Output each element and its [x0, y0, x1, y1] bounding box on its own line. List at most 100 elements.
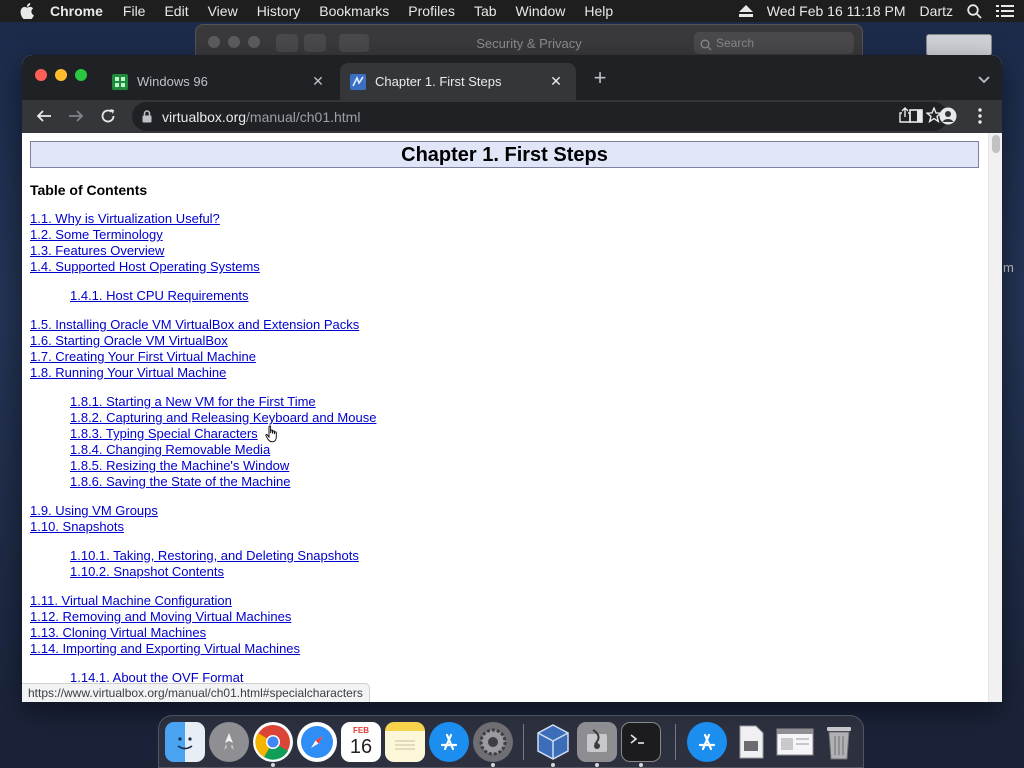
profile-avatar-icon[interactable] [934, 102, 962, 130]
launchpad-icon[interactable] [209, 722, 249, 762]
toc-sublink[interactable]: 1.8.4. Changing Removable Media [70, 442, 270, 458]
chrome-icon[interactable] [253, 722, 293, 762]
user-name[interactable]: Dartz [920, 3, 953, 19]
tab-label: Chapter 1. First Steps [375, 74, 502, 89]
toc-link[interactable]: 1.4. Supported Host Operating Systems [30, 259, 260, 275]
running-indicator [639, 763, 643, 767]
toc-sublink[interactable]: 1.10.1. Taking, Restoring, and Deleting … [70, 548, 359, 564]
lock-icon[interactable] [142, 110, 152, 123]
toc-sublink[interactable]: 1.10.2. Snapshot Contents [70, 564, 224, 580]
trash-icon[interactable] [819, 722, 859, 762]
reload-icon[interactable] [94, 102, 122, 130]
clock-datetime[interactable]: Wed Feb 16 11:18 PM [767, 3, 906, 19]
desktop-drive-icon[interactable] [926, 34, 992, 56]
safari-icon[interactable] [297, 722, 337, 762]
toc-link[interactable]: 1.9. Using VM Groups [30, 503, 158, 519]
new-tab-plus-icon[interactable]: + [590, 67, 610, 89]
url-host: virtualbox.org [162, 108, 247, 125]
close-tab-icon[interactable]: ✕ [548, 73, 564, 90]
menu-app-name[interactable]: Chrome [50, 3, 103, 19]
toc-subgroup: 1.4.1. Host CPU Requirements [30, 288, 376, 304]
toc-subgroup: 1.10.1. Taking, Restoring, and Deleting … [30, 548, 376, 580]
address-bar[interactable]: virtualbox.org/manual/ch01.html [132, 102, 948, 131]
app-store-folder-icon[interactable] [687, 722, 727, 762]
menu-view[interactable]: View [208, 3, 238, 19]
toc-sublink[interactable]: 1.8.1. Starting a New VM for the First T… [70, 394, 316, 410]
terminal-icon[interactable] [621, 722, 661, 762]
back-arrow-icon[interactable] [30, 102, 58, 130]
toc-link[interactable]: 1.8. Running Your Virtual Machine [30, 365, 226, 381]
minimize-window-icon[interactable] [55, 69, 67, 81]
running-indicator [551, 763, 555, 767]
calendar-month: FEB [353, 726, 369, 735]
scrollbar-thumb[interactable] [992, 135, 1000, 153]
toc-link[interactable]: 1.10. Snapshots [30, 519, 124, 535]
chrome-window: Windows 96 ✕ Chapter 1. First Steps ✕ + [22, 55, 1002, 702]
menu-file[interactable]: File [123, 3, 146, 19]
search-placeholder: Search [716, 36, 755, 50]
dock-separator [523, 724, 524, 760]
toc-link[interactable]: 1.1. Why is Virtualization Useful? [30, 211, 220, 227]
window-controls [35, 69, 87, 81]
toc-link[interactable]: 1.12. Removing and Moving Virtual Machin… [30, 609, 291, 625]
toc-sublink[interactable]: 1.8.2. Capturing and Releasing Keyboard … [70, 410, 376, 426]
prefs-search-input[interactable]: Search [694, 32, 854, 54]
virtualbox-icon[interactable] [533, 722, 573, 762]
forward-arrow-icon[interactable] [62, 102, 90, 130]
running-indicator [595, 763, 599, 767]
vertical-scrollbar[interactable] [988, 133, 1002, 702]
menu-edit[interactable]: Edit [164, 3, 188, 19]
side-panel-icon[interactable] [902, 102, 930, 130]
menu-bookmarks[interactable]: Bookmarks [319, 3, 389, 19]
toc-link[interactable]: 1.2. Some Terminology [30, 227, 163, 243]
toc-sublink[interactable]: 1.8.5. Resizing the Machine's Window [70, 458, 289, 474]
eject-icon[interactable] [738, 5, 753, 17]
disk-utility-icon[interactable] [577, 722, 617, 762]
calendar-icon[interactable]: FEB 16 [341, 722, 381, 762]
toc-link[interactable]: 1.5. Installing Oracle VM VirtualBox and… [30, 317, 359, 333]
tab-search-chevron-icon[interactable] [978, 71, 990, 89]
toc-link[interactable]: 1.3. Features Overview [30, 243, 164, 259]
menu-help[interactable]: Help [584, 3, 613, 19]
desktop-partial-label: m [1003, 260, 1014, 275]
close-window-icon[interactable] [35, 69, 47, 81]
notes-icon[interactable] [385, 722, 425, 762]
more-menu-icon[interactable] [966, 102, 994, 130]
tab-strip: Windows 96 ✕ Chapter 1. First Steps ✕ + [22, 55, 1002, 100]
toc-link[interactable]: 1.7. Creating Your First Virtual Machine [30, 349, 256, 365]
toc-group: 1.1. Why is Virtualization Useful? 1.2. … [30, 211, 376, 275]
menu-profiles[interactable]: Profiles [408, 3, 455, 19]
link-status-bubble: https://www.virtualbox.org/manual/ch01.h… [22, 683, 370, 702]
toc-heading: Table of Contents [30, 182, 148, 198]
menu-tab[interactable]: Tab [474, 3, 497, 19]
toc-link[interactable]: 1.11. Virtual Machine Configuration [30, 593, 232, 609]
finder-icon[interactable] [165, 722, 205, 762]
tab-label: Windows 96 [137, 74, 208, 89]
toc-subgroup: 1.8.1. Starting a New VM for the First T… [30, 394, 376, 490]
app-store-icon[interactable] [429, 722, 469, 762]
dock: FEB 16 [158, 715, 864, 768]
toc-link[interactable]: 1.13. Cloning Virtual Machines [30, 625, 206, 641]
tab-chapter-1[interactable]: Chapter 1. First Steps ✕ [340, 63, 576, 100]
toc-sublink-hovered[interactable]: 1.8.3. Typing Special Characters [70, 426, 258, 442]
close-tab-icon[interactable]: ✕ [310, 73, 326, 90]
toc-link[interactable]: 1.14. Importing and Exporting Virtual Ma… [30, 641, 300, 657]
toc-link[interactable]: 1.6. Starting Oracle VM VirtualBox [30, 333, 228, 349]
page-viewport[interactable]: Chapter 1. First Steps Table of Contents… [22, 133, 1002, 702]
apple-icon[interactable] [20, 3, 36, 19]
zoom-window-icon[interactable] [75, 69, 87, 81]
documents-icon[interactable] [731, 722, 771, 762]
toc-sublink[interactable]: 1.4.1. Host CPU Requirements [70, 288, 248, 304]
control-center-icon[interactable] [996, 4, 1014, 18]
screenshot-icon[interactable] [775, 722, 815, 762]
toc-group: 1.5. Installing Oracle VM VirtualBox and… [30, 317, 376, 381]
toc-sublink[interactable]: 1.8.6. Saving the State of the Machine [70, 474, 290, 490]
table-of-contents: 1.1. Why is Virtualization Useful? 1.2. … [30, 211, 376, 699]
system-preferences-icon[interactable] [473, 722, 513, 762]
tab-windows-96[interactable]: Windows 96 ✕ [102, 63, 338, 100]
running-indicator [491, 763, 495, 767]
calendar-day: 16 [349, 736, 373, 758]
spotlight-search-icon[interactable] [967, 3, 982, 19]
menu-window[interactable]: Window [516, 3, 566, 19]
menu-history[interactable]: History [257, 3, 301, 19]
